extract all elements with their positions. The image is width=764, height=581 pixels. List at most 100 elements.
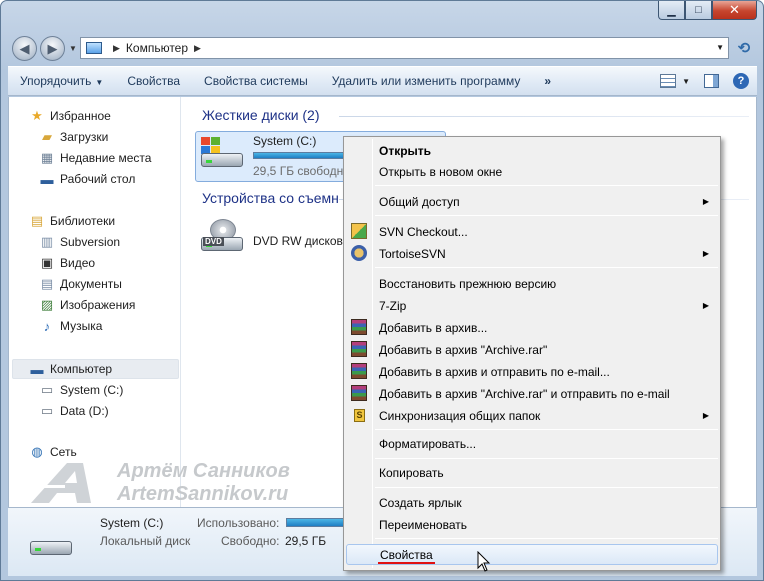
sidebar-item-recent[interactable]: ▦ Недавние места xyxy=(39,148,152,168)
network-icon: ◍ xyxy=(31,444,43,459)
properties-button[interactable]: Свойства xyxy=(115,74,192,88)
menu-item-add-archive-rar[interactable]: Добавить в архив "Archive.rar" xyxy=(346,339,718,360)
view-icon xyxy=(660,74,677,88)
menu-item-format[interactable]: Форматировать... xyxy=(346,433,718,454)
menu-item-label: Свойства xyxy=(380,547,433,562)
menu-separator xyxy=(375,429,718,430)
computer-icon xyxy=(86,42,102,54)
sidebar-item-label: Избранное xyxy=(50,109,111,123)
sidebar-item-music[interactable]: ♪ Музыка xyxy=(39,316,103,336)
refresh-icon: ⟲ xyxy=(737,40,751,57)
submenu-arrow-icon: ▶ xyxy=(702,301,709,310)
breadcrumb-separator-icon[interactable]: ▶ xyxy=(113,43,120,54)
menu-item-label: SVN Checkout... xyxy=(379,224,468,239)
sidebar-item-computer[interactable]: ▬ Компьютер xyxy=(29,359,113,379)
dvd-label: DVD xyxy=(203,237,224,246)
sidebar-item-images[interactable]: ▨ Изображения xyxy=(39,295,136,315)
help-icon[interactable]: ? xyxy=(733,73,749,89)
system-properties-button[interactable]: Свойства системы xyxy=(192,74,320,88)
menu-item-restore-previous[interactable]: Восстановить прежнюю версию xyxy=(346,273,718,294)
star-icon: ★ xyxy=(31,108,43,123)
menu-item-copy[interactable]: Копировать xyxy=(346,462,718,483)
images-icon: ▨ xyxy=(40,297,54,312)
menu-item-label: Переименовать xyxy=(379,517,467,532)
sync-folders-icon: S xyxy=(354,409,365,422)
refresh-button[interactable]: ⟲ xyxy=(733,37,755,59)
sidebar-item-network[interactable]: ◍ Сеть xyxy=(29,442,76,462)
dvd-drive-name[interactable]: DVD RW дисково xyxy=(253,234,349,248)
preview-pane-icon[interactable] xyxy=(704,74,719,88)
navigation-pane: ★ Избранное ▰ Загрузки ▦ Недавние места ▬ Ра… xyxy=(9,97,181,507)
menu-item-add-archive-email[interactable]: Добавить в архив и отправить по e-mail..… xyxy=(346,361,718,382)
menu-separator xyxy=(375,215,718,216)
menu-item-sync[interactable]: S Синхронизация общих папок ▶ xyxy=(346,405,718,426)
group-title-hard-disks[interactable]: Жесткие диски (2) xyxy=(202,107,320,123)
sidebar-item-label: Загрузки xyxy=(60,130,109,144)
sidebar-item-libraries[interactable]: ▤ Библиотеки xyxy=(29,211,115,231)
breadcrumb-separator-icon[interactable]: ▶ xyxy=(194,43,201,54)
change-view-button[interactable]: ▼ xyxy=(660,74,690,88)
menu-item-label: Восстановить прежнюю версию xyxy=(379,276,557,291)
drive-c-name: System (C:) xyxy=(253,134,317,148)
chevron-down-icon: ▼ xyxy=(682,76,690,86)
menu-separator xyxy=(375,458,718,459)
sidebar-item-label: Компьютер xyxy=(50,362,113,376)
maximize-button[interactable]: □ xyxy=(685,1,712,20)
menu-item-rename[interactable]: Переименовать xyxy=(346,514,718,535)
details-used-label: Использовано: xyxy=(197,516,280,530)
menu-item-open[interactable]: Открыть xyxy=(346,140,718,161)
sidebar-item-desktop[interactable]: ▬ Рабочий стол xyxy=(39,169,136,189)
libraries-icon: ▤ xyxy=(30,213,44,228)
menu-item-7zip[interactable]: 7-Zip ▶ xyxy=(346,295,718,316)
mouse-cursor-icon xyxy=(477,551,491,572)
menu-item-add-archive[interactable]: Добавить в архив... xyxy=(346,317,718,338)
documents-icon: ▤ xyxy=(40,276,54,291)
menu-item-label: Копировать xyxy=(379,465,444,480)
menu-item-share[interactable]: Общий доступ ▶ xyxy=(346,191,718,212)
details-type: Локальный диск xyxy=(100,534,191,548)
sidebar-item-data-d[interactable]: ▭ Data (D:) xyxy=(39,401,109,421)
uninstall-program-button[interactable]: Удалить или изменить программу xyxy=(320,74,533,88)
minimize-button[interactable]: ▁ xyxy=(658,1,685,20)
breadcrumb-computer[interactable]: Компьютер xyxy=(126,41,188,55)
drive-icon: ▭ xyxy=(40,382,54,397)
menu-item-create-shortcut[interactable]: Создать ярлык xyxy=(346,492,718,513)
address-dropdown-icon[interactable]: ▼ xyxy=(716,43,724,52)
forward-button[interactable]: ▶ xyxy=(40,36,65,61)
menu-item-label: Синхронизация общих папок xyxy=(379,408,541,423)
details-used-bar xyxy=(286,518,346,527)
sidebar-item-subversion[interactable]: ▥ Subversion xyxy=(39,232,120,252)
desktop-icon: ▬ xyxy=(40,171,54,187)
menu-item-svn-checkout[interactable]: SVN Checkout... xyxy=(346,221,718,242)
address-bar[interactable]: ▶ Компьютер ▶ ▼ xyxy=(80,37,729,59)
organize-menu[interactable]: Упорядочить ▼ xyxy=(8,74,115,88)
sidebar-item-label: Документы xyxy=(60,277,122,291)
details-name: System (C:) xyxy=(100,516,164,530)
arrow-right-icon: ▶ xyxy=(47,40,58,56)
menu-item-label: Добавить в архив "Archive.rar" xyxy=(379,342,548,357)
sidebar-item-video[interactable]: ▣ Видео xyxy=(39,253,95,273)
sidebar-item-label: Subversion xyxy=(60,235,121,249)
close-button[interactable]: ✕ xyxy=(712,1,757,20)
more-commands-button[interactable]: » xyxy=(532,74,563,88)
sidebar-item-documents[interactable]: ▤ Документы xyxy=(39,274,122,294)
sidebar-item-system-c[interactable]: ▭ System (C:) xyxy=(39,380,124,400)
recent-pages-dropdown[interactable]: ▼ xyxy=(69,44,77,53)
watermark-author: Артём Санников xyxy=(117,460,290,482)
back-button[interactable]: ◀ xyxy=(12,36,37,61)
sidebar-item-downloads[interactable]: ▰ Загрузки xyxy=(39,127,108,147)
sidebar-item-label: Библиотеки xyxy=(50,214,116,228)
svn-checkout-icon xyxy=(351,223,367,239)
sidebar-item-favorites[interactable]: ★ Избранное xyxy=(29,106,111,126)
menu-item-add-archive-rar-email[interactable]: Добавить в архив "Archive.rar" и отправи… xyxy=(346,383,718,404)
sidebar-item-label: Недавние места xyxy=(60,151,152,165)
video-icon: ▣ xyxy=(40,255,54,270)
menu-item-open-new-window[interactable]: Открыть в новом окне xyxy=(346,161,718,182)
menu-separator xyxy=(375,267,718,268)
sidebar-item-label: Data (D:) xyxy=(60,404,109,418)
arrow-left-icon: ◀ xyxy=(19,40,30,56)
menu-separator xyxy=(375,185,718,186)
group-title-removable[interactable]: Устройства со съемн xyxy=(202,190,339,206)
menu-item-tortoisesvn[interactable]: TortoiseSVN ▶ xyxy=(346,243,718,264)
drive-c-free-space: 29,5 ГБ свободно xyxy=(253,164,350,178)
